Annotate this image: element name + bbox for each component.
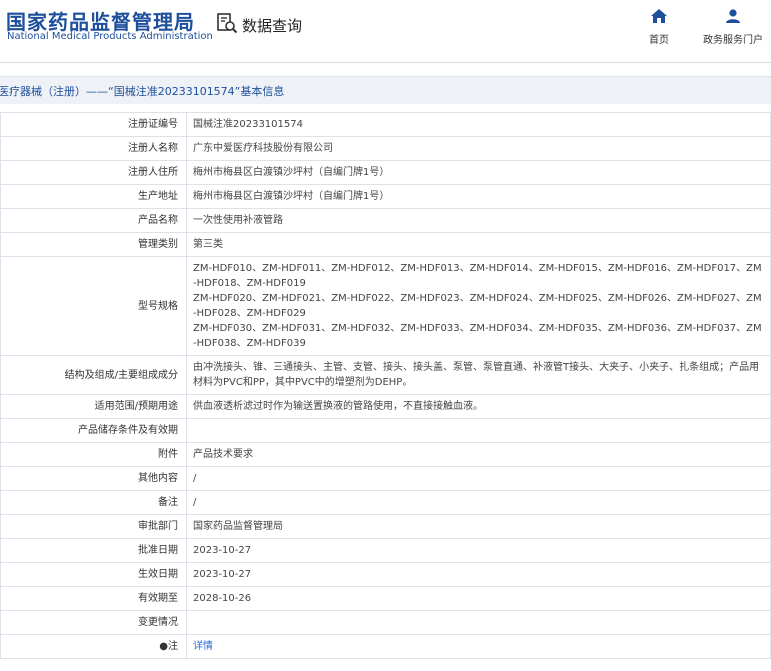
field-value: 国家药品监督管理局: [186, 514, 771, 539]
field-value: 2023-10-27: [186, 538, 771, 563]
breadcrumb: 医疗器械（注册）——“国械注准20233101574”基本信息: [0, 76, 771, 104]
field-label: 产品名称: [0, 208, 187, 233]
table-row: 注册人住所 梅州市梅县区白渡镇沙坪村（自编门牌1号）: [0, 160, 771, 185]
field-label: 结构及组成/主要组成成分: [0, 355, 187, 395]
field-value: 供血液透析滤过时作为输送置换液的管路使用，不直接接触血液。: [186, 394, 771, 419]
table-row: 批准日期 2023-10-27: [0, 538, 771, 563]
table-row: 产品名称 一次性使用补液管路: [0, 208, 771, 233]
field-label: 注册人住所: [0, 160, 187, 185]
field-label: 批准日期: [0, 538, 187, 563]
nav-home[interactable]: 首页: [649, 8, 669, 46]
site-logo-en[interactable]: National Medical Products Administration: [7, 31, 213, 42]
registration-info-table: 注册证编号 国械注准20233101574 注册人名称 广东中爱医疗科技股份有限公司注…: [0, 112, 771, 659]
table-row: 产品储存条件及有效期: [0, 418, 771, 443]
field-label: 有效期至: [0, 586, 187, 611]
table-row: 管理类别 第三类: [0, 232, 771, 257]
table-row: 审批部门 国家药品监督管理局: [0, 514, 771, 539]
data-query-label: 数据查询: [242, 16, 303, 35]
field-label: 注册证编号: [0, 112, 187, 137]
table-row: 结构及组成/主要组成成分 由冲洗接头、锥、三通接头、主管、支管、接头、接头盖、泵管…: [0, 355, 771, 395]
field-value: 梅州市梅县区白渡镇沙坪村（自编门牌1号）: [186, 184, 771, 209]
table-row: 注册人名称 广东中爱医疗科技股份有限公司: [0, 136, 771, 161]
site-header: 国家药品监督管理局 National Medical Products Admi…: [0, 0, 771, 62]
table-row: ●注 详情: [0, 634, 771, 659]
field-label: 管理类别: [0, 232, 187, 257]
field-label: 生产地址: [0, 184, 187, 209]
breadcrumb-text: 医疗器械（注册）——“国械注准20233101574”基本信息: [0, 85, 285, 98]
field-value: 国械注准20233101574: [186, 112, 771, 137]
field-label: ●注: [0, 634, 187, 659]
home-icon: [651, 8, 667, 27]
search-document-icon: [216, 12, 238, 38]
field-value: /: [186, 490, 771, 515]
field-label: 适用范围/预期用途: [0, 394, 187, 419]
model-spec-line: ZM-HDF010、ZM-HDF011、ZM-HDF012、ZM-HDF013、…: [193, 263, 762, 289]
details-link[interactable]: 详情: [193, 641, 213, 652]
table-row: 备注 /: [0, 490, 771, 515]
field-value: 2028-10-26: [186, 586, 771, 611]
table-row: 型号规格 ZM-HDF010、ZM-HDF011、ZM-HDF012、ZM-HDF…: [0, 256, 771, 356]
field-label: 变更情况: [0, 610, 187, 635]
table-row: 注册证编号 国械注准20233101574: [0, 112, 771, 137]
nav-home-label: 首页: [649, 35, 669, 46]
table-row: 附件 产品技术要求: [0, 442, 771, 467]
table-row: 生产地址 梅州市梅县区白渡镇沙坪村（自编门牌1号）: [0, 184, 771, 209]
field-value: 由冲洗接头、锥、三通接头、主管、支管、接头、接头盖、泵管、泵管直通、补液管T接头…: [186, 355, 771, 395]
field-label: 产品储存条件及有效期: [0, 418, 187, 443]
user-icon: [725, 8, 741, 27]
field-label: 生效日期: [0, 562, 187, 587]
table-row: 有效期至 2028-10-26: [0, 586, 771, 611]
header-divider: [0, 62, 771, 63]
field-value: 一次性使用补液管路: [186, 208, 771, 233]
field-value: 2023-10-27: [186, 562, 771, 587]
field-value: /: [186, 466, 771, 491]
field-value: 产品技术要求: [186, 442, 771, 467]
field-label: 注册人名称: [0, 136, 187, 161]
nav-service-portal-label: 政务服务门户: [703, 35, 763, 46]
field-value: 第三类: [186, 232, 771, 257]
field-value: [186, 418, 771, 443]
table-row: 生效日期 2023-10-27: [0, 562, 771, 587]
field-label: 附件: [0, 442, 187, 467]
model-spec-line: ZM-HDF020、ZM-HDF021、ZM-HDF022、ZM-HDF023、…: [193, 293, 762, 319]
field-value: 详情: [186, 634, 771, 659]
table-row: 变更情况: [0, 610, 771, 635]
nav-service-portal[interactable]: 政务服务门户: [703, 8, 763, 46]
field-label: 备注: [0, 490, 187, 515]
field-label: 其他内容: [0, 466, 187, 491]
table-row: 适用范围/预期用途 供血液透析滤过时作为输送置换液的管路使用，不直接接触血液。: [0, 394, 771, 419]
field-value: 广东中爱医疗科技股份有限公司: [186, 136, 771, 161]
field-label: 审批部门: [0, 514, 187, 539]
field-value: [186, 610, 771, 635]
data-query-title[interactable]: 数据查询: [216, 12, 302, 38]
model-spec-line: ZM-HDF030、ZM-HDF031、ZM-HDF032、ZM-HDF033、…: [193, 323, 762, 349]
field-value: 梅州市梅县区白渡镇沙坪村（自编门牌1号）: [186, 160, 771, 185]
field-label: 型号规格: [0, 256, 187, 356]
field-value: ZM-HDF010、ZM-HDF011、ZM-HDF012、ZM-HDF013、…: [186, 256, 771, 356]
table-row: 其他内容 /: [0, 466, 771, 491]
